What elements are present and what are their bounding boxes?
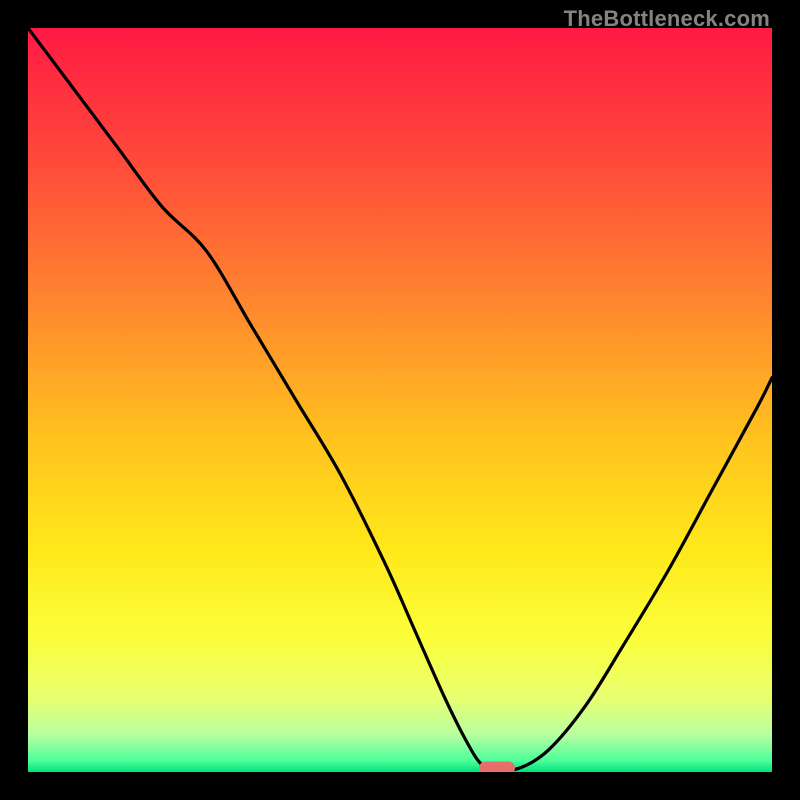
optimum-marker <box>479 762 515 772</box>
chart-frame: TheBottleneck.com <box>0 0 800 800</box>
bottleneck-curve <box>28 28 772 770</box>
curve-layer <box>28 28 772 772</box>
plot-area <box>28 28 772 772</box>
